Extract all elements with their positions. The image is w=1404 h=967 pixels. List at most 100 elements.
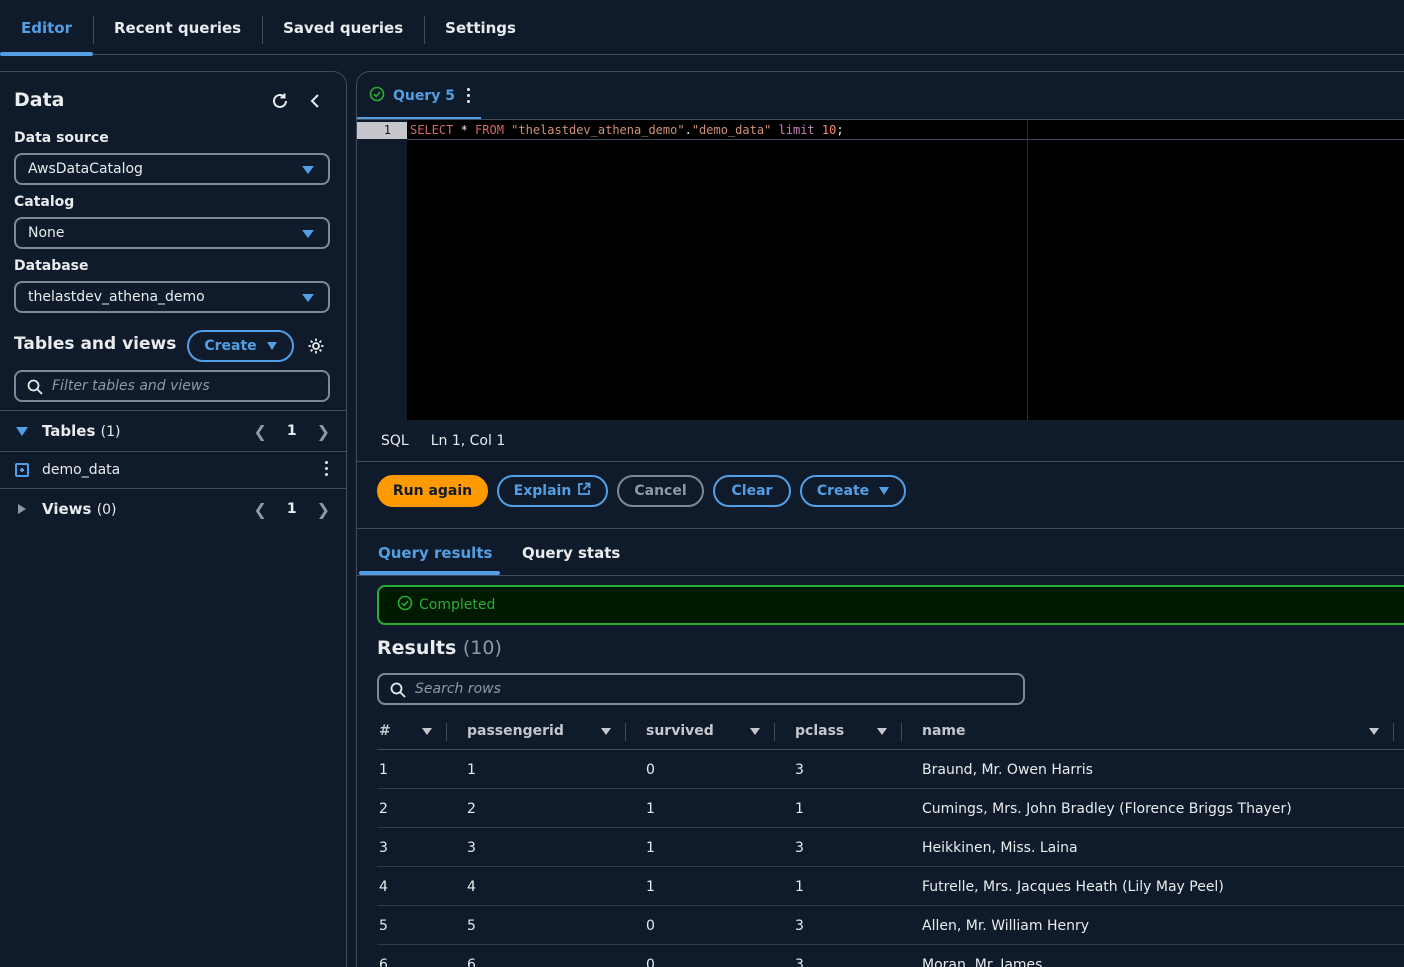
cell-index: 1 bbox=[379, 761, 388, 778]
query-tab-label: Query 5 bbox=[393, 87, 456, 104]
cell-name: Moran, Mr. James bbox=[922, 956, 1043, 967]
cell-passengerid: 6 bbox=[467, 956, 476, 967]
tab-settings[interactable]: Settings bbox=[424, 0, 537, 55]
column-resizer[interactable] bbox=[1393, 723, 1394, 741]
results-table: # passengerid survived pclass name 1 1 0… bbox=[377, 712, 1404, 967]
table-row: 3 3 1 3 Heikkinen, Miss. Laina bbox=[377, 828, 1404, 867]
column-header-name[interactable]: name bbox=[922, 712, 966, 750]
caret-down-icon bbox=[302, 294, 314, 302]
cell-survived: 1 bbox=[646, 878, 655, 895]
tab-saved-queries[interactable]: Saved queries bbox=[262, 0, 424, 55]
cell-index: 5 bbox=[379, 917, 388, 934]
caret-down-icon bbox=[879, 487, 890, 495]
sort-caret-icon[interactable] bbox=[750, 728, 760, 735]
column-header-survived[interactable]: survived bbox=[646, 712, 714, 750]
table-header: # passengerid survived pclass name bbox=[377, 712, 1404, 750]
explain-button[interactable]: Explain bbox=[497, 475, 608, 507]
clear-button[interactable]: Clear bbox=[713, 475, 791, 507]
cell-passengerid: 3 bbox=[467, 839, 476, 856]
tables-page-number[interactable]: 1 bbox=[287, 423, 297, 439]
chevron-right-icon[interactable]: ❯ bbox=[317, 500, 330, 519]
tab-query-results[interactable]: Query results bbox=[378, 529, 492, 577]
code-line[interactable]: SELECT * FROM "thelastdev_athena_demo"."… bbox=[407, 122, 1404, 140]
column-header-label: passengerid bbox=[467, 723, 564, 739]
top-tab-bar: Editor Recent queries Saved queries Sett… bbox=[0, 0, 1404, 56]
cell-survived: 0 bbox=[646, 761, 655, 778]
column-header-passengerid[interactable]: passengerid bbox=[467, 712, 564, 750]
more-actions-icon[interactable] bbox=[325, 461, 328, 476]
cell-survived: 0 bbox=[646, 956, 655, 967]
tab-recent-queries[interactable]: Recent queries bbox=[93, 0, 262, 55]
expand-plus-icon[interactable] bbox=[15, 463, 29, 477]
data-source-select[interactable]: AwsDataCatalog bbox=[14, 153, 330, 185]
caret-down-icon bbox=[16, 426, 28, 436]
column-header-label: name bbox=[922, 723, 966, 739]
create-table-button[interactable]: Create bbox=[187, 330, 294, 362]
print-margin bbox=[1027, 120, 1028, 420]
database-select[interactable]: thelastdev_athena_demo bbox=[14, 281, 330, 313]
cell-survived: 1 bbox=[646, 800, 655, 817]
sql-token: * bbox=[453, 123, 476, 137]
column-resizer[interactable] bbox=[774, 723, 775, 741]
refresh-icon[interactable] bbox=[268, 89, 292, 113]
search-rows-input[interactable]: Search rows bbox=[377, 673, 1025, 705]
column-header-label: pclass bbox=[795, 723, 845, 739]
settings-gear-icon[interactable] bbox=[304, 334, 328, 358]
results-title-text: Results bbox=[377, 637, 457, 659]
table-item-demo-data[interactable]: demo_data bbox=[0, 451, 346, 489]
results-count: (10) bbox=[462, 637, 502, 659]
run-again-button[interactable]: Run again bbox=[377, 475, 488, 507]
cell-index: 4 bbox=[379, 878, 388, 895]
column-header-index[interactable]: # bbox=[379, 712, 391, 750]
filter-tables-input[interactable]: Filter tables and views bbox=[14, 370, 330, 402]
column-resizer[interactable] bbox=[446, 723, 447, 741]
line-gutter: 1 bbox=[357, 120, 407, 420]
cell-pclass: 3 bbox=[795, 761, 804, 778]
chevron-right-icon[interactable]: ❯ bbox=[317, 422, 330, 441]
chevron-left-icon[interactable]: ❮ bbox=[253, 500, 266, 519]
cell-survived: 0 bbox=[646, 917, 655, 934]
caret-down-icon bbox=[266, 342, 277, 350]
cell-index: 6 bbox=[379, 956, 388, 967]
cell-name: Allen, Mr. William Henry bbox=[922, 917, 1090, 934]
catalog-label: Catalog bbox=[14, 194, 75, 210]
column-resizer[interactable] bbox=[901, 723, 902, 741]
tables-and-views-title: Tables and views bbox=[14, 334, 177, 354]
sql-code-editor[interactable]: 1 SELECT * FROM "thelastdev_athena_demo"… bbox=[357, 120, 1404, 420]
sort-caret-icon[interactable] bbox=[877, 728, 887, 735]
cell-name: Braund, Mr. Owen Harris bbox=[922, 761, 1093, 778]
tab-editor-label: Editor bbox=[21, 18, 72, 37]
column-resizer[interactable] bbox=[625, 723, 626, 741]
tab-query-stats[interactable]: Query stats bbox=[522, 529, 620, 577]
tables-group[interactable]: Tables (1) ❮ 1 ❯ bbox=[0, 412, 346, 450]
cancel-button[interactable]: Cancel bbox=[617, 475, 704, 507]
cell-passengerid: 2 bbox=[467, 800, 476, 817]
tab-query-stats-label: Query stats bbox=[522, 544, 621, 562]
chevron-left-icon[interactable]: ❮ bbox=[253, 422, 266, 441]
collapse-panel-icon[interactable] bbox=[304, 89, 328, 113]
cell-name: Futrelle, Mrs. Jacques Heath (Lily May P… bbox=[922, 878, 1224, 895]
create-button-label: Create bbox=[816, 483, 870, 499]
data-source-label: Data source bbox=[14, 130, 109, 146]
check-circle-icon bbox=[369, 86, 385, 106]
sort-caret-icon[interactable] bbox=[1369, 728, 1379, 735]
search-icon bbox=[390, 682, 406, 702]
tab-editor[interactable]: Editor bbox=[0, 0, 93, 56]
cell-pclass: 3 bbox=[795, 839, 804, 856]
table-row: 4 4 1 1 Futrelle, Mrs. Jacques Heath (Li… bbox=[377, 867, 1404, 906]
create-button[interactable]: Create bbox=[800, 475, 906, 507]
sort-caret-icon[interactable] bbox=[601, 728, 611, 735]
sort-caret-icon[interactable] bbox=[422, 728, 432, 735]
database-label: Database bbox=[14, 258, 89, 274]
column-header-pclass[interactable]: pclass bbox=[795, 712, 844, 750]
query-tab-menu-icon[interactable] bbox=[467, 88, 471, 103]
views-page-number[interactable]: 1 bbox=[287, 501, 297, 517]
table-row: 6 6 0 3 Moran, Mr. James bbox=[377, 945, 1404, 967]
catalog-select[interactable]: None bbox=[14, 217, 330, 249]
search-rows-placeholder: Search rows bbox=[415, 681, 501, 697]
query-tab[interactable]: Query 5 bbox=[357, 72, 481, 119]
catalog-value: None bbox=[28, 225, 65, 241]
tab-settings-label: Settings bbox=[445, 18, 516, 37]
views-group[interactable]: Views (0) ❮ 1 ❯ bbox=[0, 490, 346, 528]
clear-label: Clear bbox=[731, 483, 773, 499]
